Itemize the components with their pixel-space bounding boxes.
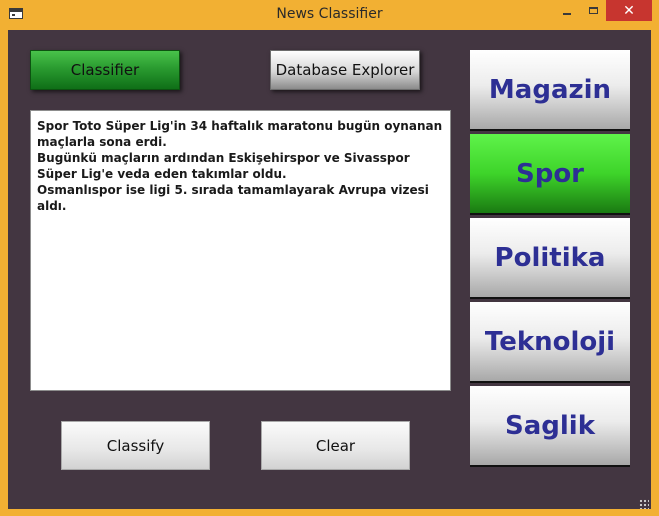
category-teknoloji[interactable]: Teknoloji: [470, 302, 630, 383]
minimize-button[interactable]: [553, 0, 580, 21]
app-window: News Classifier ✕ Classifier Database Ex…: [0, 0, 659, 516]
classifier-tab-button[interactable]: Classifier: [30, 50, 180, 90]
close-icon: ✕: [623, 2, 635, 19]
category-magazin[interactable]: Magazin: [470, 50, 630, 131]
news-text-line: Osmanlıspor ise ligi 5. sırada tamamlaya…: [37, 183, 429, 213]
news-text-line: Spor Toto Süper Lig'in 34 haftalık marat…: [37, 119, 443, 149]
category-politika[interactable]: Politika: [470, 218, 630, 299]
classify-button[interactable]: Classify: [61, 421, 210, 470]
clear-button[interactable]: Clear: [261, 421, 410, 470]
title-bar[interactable]: News Classifier ✕: [0, 0, 659, 30]
minimize-icon: [562, 12, 571, 15]
news-text-line: Bugünkü maçların ardından Eskişehirspor …: [37, 151, 410, 181]
database-explorer-button[interactable]: Database Explorer: [270, 50, 420, 90]
news-text-input[interactable]: Spor Toto Süper Lig'in 34 haftalık marat…: [30, 110, 451, 391]
category-spor[interactable]: Spor: [470, 134, 630, 215]
maximize-icon: [588, 7, 598, 14]
close-button[interactable]: ✕: [606, 0, 652, 21]
maximize-button[interactable]: [580, 0, 606, 21]
resize-grip[interactable]: [639, 499, 649, 509]
category-saglik[interactable]: Saglik: [470, 386, 630, 467]
